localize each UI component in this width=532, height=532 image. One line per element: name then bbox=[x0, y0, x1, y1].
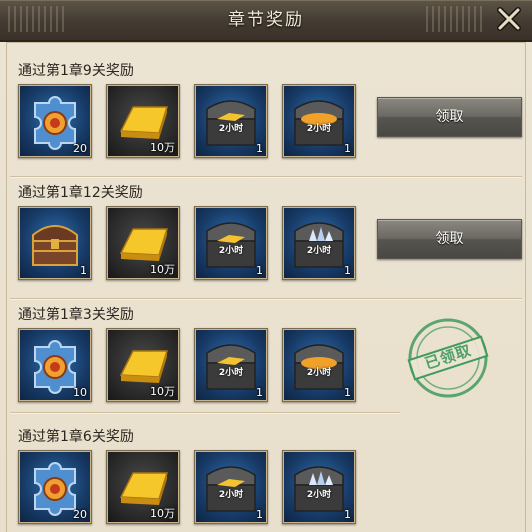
item-count: 1 bbox=[344, 142, 351, 155]
gold-bar-icon[interactable]: 10万 bbox=[106, 84, 180, 158]
item-count: 10万 bbox=[150, 507, 175, 520]
item-count: 1 bbox=[344, 508, 351, 521]
puzzle-piece-icon[interactable]: 20 bbox=[18, 450, 92, 524]
food-chest-icon[interactable]: 2小时 1 bbox=[282, 328, 356, 402]
item-count: 20 bbox=[73, 508, 87, 521]
food-chest-icon[interactable]: 2小时 1 bbox=[282, 84, 356, 158]
gold-bar-icon[interactable]: 10万 bbox=[106, 328, 180, 402]
item-count: 1 bbox=[256, 142, 263, 155]
section-title: 通过第1章9关奖励 bbox=[18, 63, 134, 79]
section-title: 通过第1章12关奖励 bbox=[18, 185, 143, 201]
claim-button[interactable]: 领取 bbox=[377, 219, 522, 259]
item-count: 1 bbox=[256, 264, 263, 277]
section-divider bbox=[10, 176, 522, 177]
puzzle-piece-icon[interactable]: 20 bbox=[18, 84, 92, 158]
duration-label: 2小时 bbox=[306, 368, 332, 378]
duration-label: 2小时 bbox=[306, 490, 332, 500]
duration-label: 2小时 bbox=[218, 124, 244, 134]
section-title: 通过第1章6关奖励 bbox=[18, 429, 134, 445]
duration-label: 2小时 bbox=[306, 246, 332, 256]
crystal-chest-icon[interactable]: 2小时 1 bbox=[282, 450, 356, 524]
section-divider bbox=[10, 412, 400, 413]
item-count: 10万 bbox=[150, 385, 175, 398]
reward-section: 通过第1章3关奖励 10 10万 2小时 1 2小时 1 已领取 bbox=[10, 304, 522, 414]
item-count: 1 bbox=[256, 508, 263, 521]
duration-label: 2小时 bbox=[218, 490, 244, 500]
duration-label: 2小时 bbox=[218, 368, 244, 378]
section-divider bbox=[10, 298, 522, 299]
crystal-chest-icon[interactable]: 2小时 1 bbox=[282, 206, 356, 280]
reward-section: 通过第1章6关奖励 20 10万 2小时 1 2小时 1 bbox=[10, 426, 522, 532]
chapter-rewards-panel: 章节奖励 通过第1章9关奖励 20 10万 2小时 1 2小时 1 领取 通过第… bbox=[0, 0, 532, 532]
item-count: 1 bbox=[256, 386, 263, 399]
gold-chest-icon[interactable]: 2小时 1 bbox=[194, 206, 268, 280]
item-count: 1 bbox=[80, 264, 87, 277]
section-title: 通过第1章3关奖励 bbox=[18, 307, 134, 323]
gold-chest-icon[interactable]: 2小时 1 bbox=[194, 450, 268, 524]
duration-label: 2小时 bbox=[306, 124, 332, 134]
item-count: 1 bbox=[344, 386, 351, 399]
duration-label: 2小时 bbox=[218, 246, 244, 256]
item-count: 10 bbox=[73, 386, 87, 399]
gold-chest-icon[interactable]: 2小时 1 bbox=[194, 84, 268, 158]
claim-button[interactable]: 领取 bbox=[377, 97, 522, 137]
window-title: 章节奖励 bbox=[228, 10, 304, 30]
puzzle-piece-icon[interactable]: 10 bbox=[18, 328, 92, 402]
gold-chest-icon[interactable]: 2小时 1 bbox=[194, 328, 268, 402]
item-count: 10万 bbox=[150, 141, 175, 154]
window-header: 章节奖励 bbox=[0, 0, 532, 42]
reward-section: 通过第1章12关奖励 1 10万 2小时 1 2小时 1 领取 bbox=[10, 182, 522, 292]
claimed-stamp: 已领取 bbox=[406, 316, 490, 400]
gold-bar-icon[interactable]: 10万 bbox=[106, 206, 180, 280]
item-count: 1 bbox=[344, 264, 351, 277]
item-count: 10万 bbox=[150, 263, 175, 276]
treasure-chest-icon[interactable]: 1 bbox=[18, 206, 92, 280]
close-icon[interactable] bbox=[494, 4, 524, 34]
gold-bar-icon[interactable]: 10万 bbox=[106, 450, 180, 524]
item-count: 20 bbox=[73, 142, 87, 155]
reward-section: 通过第1章9关奖励 20 10万 2小时 1 2小时 1 领取 bbox=[10, 60, 522, 170]
